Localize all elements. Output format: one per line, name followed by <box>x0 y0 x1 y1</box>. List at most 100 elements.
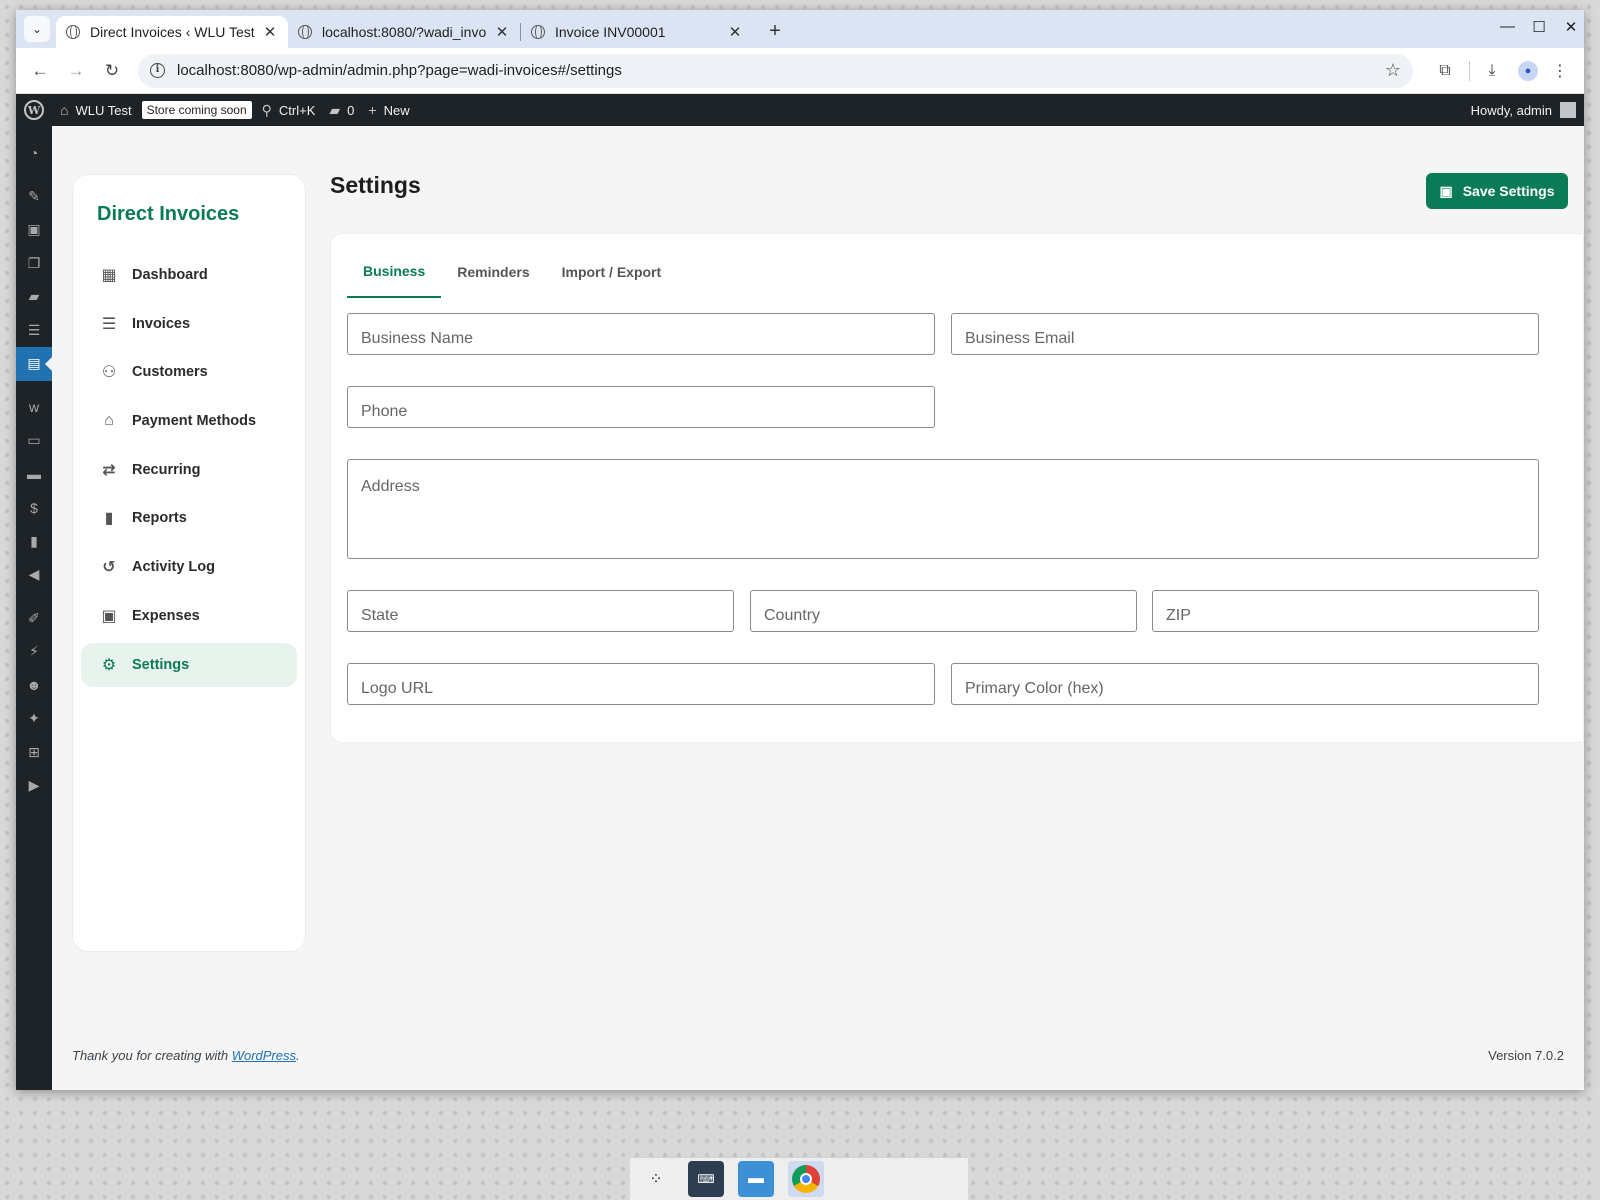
new-tab-icon[interactable]: + <box>763 20 787 43</box>
floppy-disk-icon: ▣ <box>1439 182 1453 199</box>
dashboard-gauge-icon[interactable]: ◔ <box>16 136 52 170</box>
nav-item-invoices[interactable]: ☰ Invoices <box>81 302 297 346</box>
menu-gap <box>16 381 52 391</box>
collapse-menu-icon[interactable]: ▶ <box>16 769 52 803</box>
menu-gap <box>16 170 52 180</box>
wordpress-link[interactable]: WordPress <box>232 1048 296 1063</box>
media-icon[interactable]: ▣ <box>16 213 52 247</box>
tools-wrench-icon[interactable]: ✦ <box>16 702 52 736</box>
plugins-plug-icon[interactable]: ⚡ <box>16 635 52 669</box>
nav-label: Settings <box>132 656 190 673</box>
plugin-nav: ▦ Dashboard ☰ Invoices ⚇ Customers ⌂ Pay… <box>73 253 305 687</box>
woocommerce-icon[interactable]: w <box>16 391 52 425</box>
products-archive-icon[interactable]: ▭ <box>16 424 52 458</box>
analytics-bar-icon[interactable]: ▮ <box>16 525 52 559</box>
comments-link[interactable]: ▰ 0 <box>329 102 354 119</box>
new-label: New <box>383 102 410 118</box>
terminal-app-icon[interactable]: ⌨ <box>688 1161 724 1197</box>
howdy-text: Howdy, admin <box>1470 102 1552 118</box>
posts-pin-icon[interactable]: ✎ <box>16 180 52 214</box>
profile-avatar-icon[interactable]: ● <box>1518 60 1538 81</box>
business-email-field[interactable]: Business Email <box>951 313 1539 355</box>
search-icon: ⚲ <box>261 101 272 118</box>
logo-url-field[interactable]: Logo URL <box>347 663 935 705</box>
wallet-icon: ▣ <box>101 607 117 625</box>
invoice-icon: ☰ <box>101 315 117 333</box>
nav-item-recurring[interactable]: ⇄ Recurring <box>81 448 297 492</box>
bar-chart-icon: ▮ <box>104 510 114 528</box>
store-status-badge[interactable]: Store coming soon <box>141 101 252 119</box>
address-field[interactable]: Address <box>347 459 1539 559</box>
bookmark-star-icon[interactable]: ☆ <box>1385 60 1401 81</box>
download-icon[interactable]: ⤓ <box>1478 62 1506 80</box>
forward-icon[interactable]: → <box>62 61 90 81</box>
address-bar[interactable]: i localhost:8080/wp-admin/admin.php?page… <box>138 53 1413 88</box>
marketing-megaphone-icon[interactable]: ◀ <box>16 558 52 592</box>
save-settings-button[interactable]: ▣ Save Settings <box>1426 173 1568 209</box>
chrome-center <box>800 1173 812 1185</box>
browser-menu-icon[interactable]: ⋮ <box>1546 61 1574 81</box>
payments-dollar-icon[interactable]: $ <box>16 491 52 525</box>
close-window-icon[interactable]: ✕ <box>1564 18 1578 36</box>
tab-reminders[interactable]: Reminders <box>441 246 545 298</box>
search-shortcut: Ctrl+K <box>278 102 316 118</box>
nav-item-expenses[interactable]: ▣ Expenses <box>81 594 297 638</box>
close-icon[interactable]: ✕ <box>494 23 510 41</box>
os-taskbar: ⁘ ⌨ ▬ <box>630 1157 968 1200</box>
home-icon: ⌂ <box>60 102 69 118</box>
orders-icon[interactable]: ▬ <box>16 458 52 492</box>
history-icon: ↺ <box>102 559 116 577</box>
zip-field[interactable]: ZIP <box>1152 590 1539 632</box>
browser-tab-localhost[interactable]: localhost:8080/?wadi_invo ✕ <box>288 16 520 48</box>
extensions-icon[interactable]: ⧉ <box>1431 62 1459 80</box>
files-app-icon[interactable]: ▬ <box>738 1161 774 1197</box>
nav-item-dashboard[interactable]: ▦ Dashboard <box>81 253 297 297</box>
nav-item-reports[interactable]: ▮ Reports <box>81 496 297 540</box>
close-icon[interactable]: ✕ <box>262 23 278 41</box>
nav-label: Activity Log <box>132 559 215 576</box>
pages-icon[interactable]: ❐ <box>16 247 52 281</box>
comments-icon[interactable]: ▰ <box>16 280 52 314</box>
settings-sliders-icon[interactable]: ⊞ <box>16 736 52 770</box>
business-name-field[interactable]: Business Name <box>347 313 935 355</box>
user-avatar <box>1560 102 1576 118</box>
dashboard-icon: ▦ <box>101 267 117 284</box>
tab-business[interactable]: Business <box>347 246 442 298</box>
primary-color-field[interactable]: Primary Color (hex) <box>951 663 1539 705</box>
country-field[interactable]: Country <box>750 590 1137 632</box>
close-icon[interactable]: ✕ <box>727 23 743 41</box>
tab-title: localhost:8080/?wadi_invo <box>322 24 487 40</box>
invoices-document-icon[interactable]: ▤ <box>16 347 52 381</box>
menu-gap <box>16 126 52 136</box>
nav-item-settings[interactable]: ⚙ Settings <box>81 642 297 687</box>
save-settings-label: Save Settings <box>1462 183 1555 199</box>
state-field[interactable]: State <box>347 590 734 632</box>
new-content-link[interactable]: + New <box>368 102 409 118</box>
nav-item-customers[interactable]: ⚇ Customers <box>81 350 297 394</box>
nav-item-activity-log[interactable]: ↺ Activity Log <box>81 545 297 589</box>
browser-tab-direct-invoices[interactable]: Direct Invoices ‹ WLU Test ✕ <box>56 16 288 48</box>
account-menu[interactable]: Howdy, admin <box>1471 102 1576 118</box>
wordpress-logo-icon[interactable]: W <box>24 100 44 120</box>
tab-import-export[interactable]: Import / Export <box>546 246 678 298</box>
site-name-link[interactable]: ⌂ WLU Test <box>60 102 132 118</box>
maximize-icon[interactable]: ☐ <box>1532 18 1546 36</box>
reload-icon[interactable]: ↻ <box>98 61 126 81</box>
forms-list-icon[interactable]: ☰ <box>16 314 52 348</box>
url-text[interactable]: localhost:8080/wp-admin/admin.php?page=w… <box>177 62 1385 79</box>
site-info-icon[interactable]: i <box>150 63 165 78</box>
app-launcher-icon[interactable]: ⁘ <box>638 1161 674 1197</box>
minimize-icon[interactable]: — <box>1500 18 1515 36</box>
back-icon[interactable]: ← <box>26 61 54 81</box>
phone-field[interactable]: Phone <box>347 386 935 428</box>
browser-tab-invoice[interactable]: Invoice INV00001 ✕ <box>521 16 753 48</box>
tab-search-chevron-icon[interactable]: ⌄ <box>24 16 50 42</box>
wp-admin-menu: ◔ ✎ ▣ ❐ ▰ ☰ ▤ w ▭ ▬ $ ▮ ◀ ✐ ⚡ ☻ ✦ ⊞ ▶ <box>16 126 52 1090</box>
users-person-icon[interactable]: ☻ <box>16 669 52 703</box>
command-search[interactable]: ⚲ Ctrl+K <box>262 102 316 119</box>
chrome-app-icon[interactable] <box>788 1161 824 1197</box>
nav-item-payment-methods[interactable]: ⌂ Payment Methods <box>81 399 297 443</box>
tab-strip: ⌄ Direct Invoices ‹ WLU Test ✕ localhost… <box>16 10 1584 48</box>
appearance-brush-icon[interactable]: ✐ <box>16 602 52 636</box>
window-controls: — ☐ ✕ <box>1500 18 1578 36</box>
